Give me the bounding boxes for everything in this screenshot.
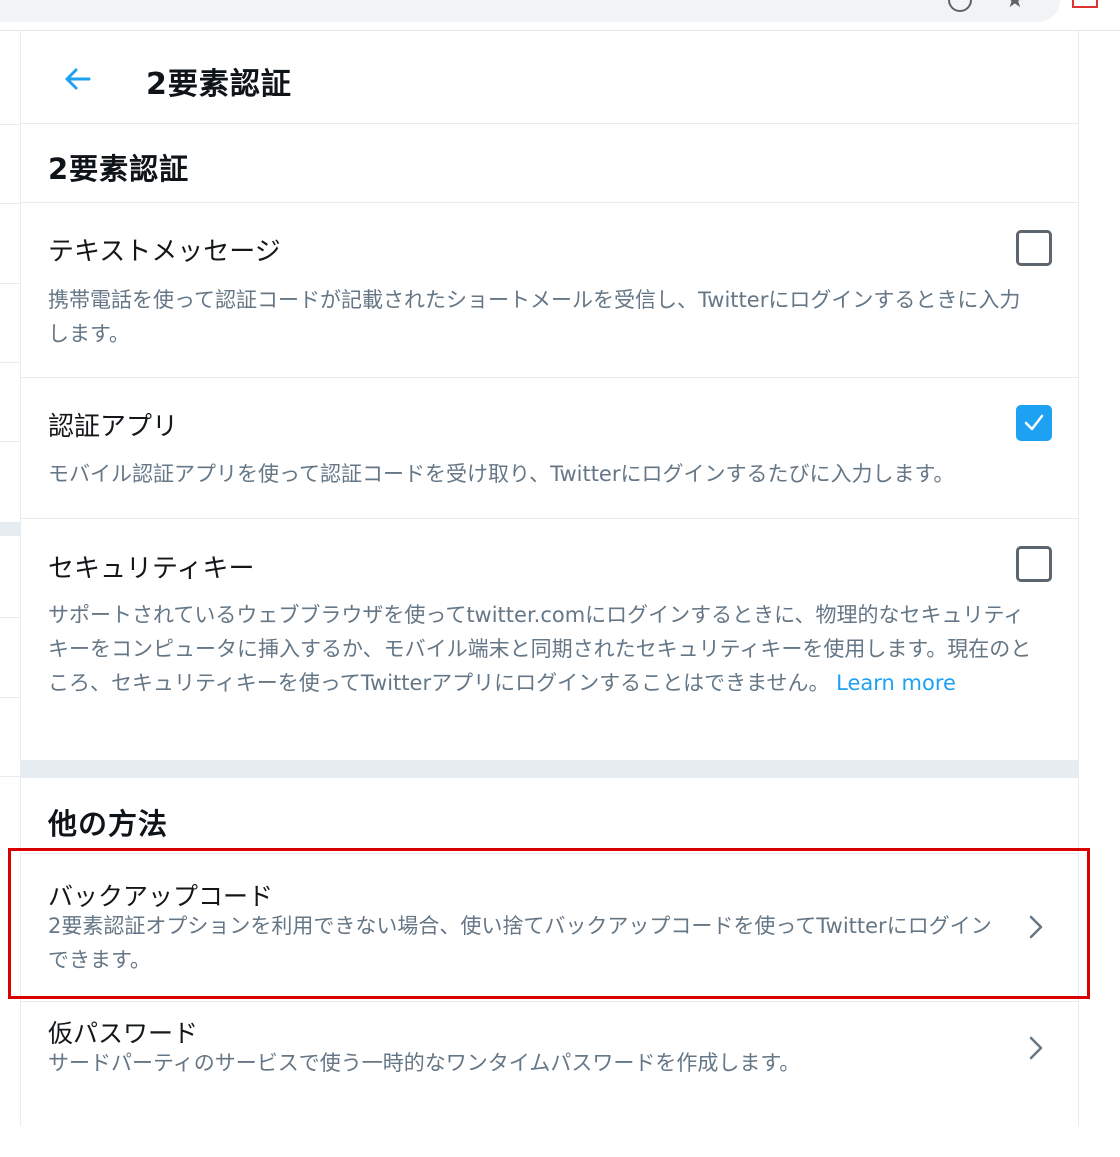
extension-icon[interactable] [1072, 0, 1098, 8]
section-separator [21, 760, 1079, 778]
temp-password-description: サードパーティのサービスで使う一時的なワンタイムパスワードを作成します。 [48, 1051, 801, 1075]
temp-password-label[interactable]: 仮パスワード [48, 1014, 198, 1050]
two-factor-section-title: 2要素認証 [48, 152, 190, 186]
sidebar-divider [0, 124, 20, 125]
sidebar-divider [0, 203, 20, 204]
page-header: 2要素認証 [21, 31, 1079, 124]
learn-more-link[interactable]: Learn more [836, 671, 956, 695]
option-text-message-description: 携帯電話を使って認証コードが記載されたショートメールを受信し、Twitterにロ… [48, 288, 1021, 346]
sidebar-gap [0, 522, 20, 536]
sidebar-divider [0, 283, 20, 284]
row-divider [21, 377, 1079, 378]
page-title: 2要素認証 [146, 67, 292, 102]
arrow-left-icon[interactable] [59, 61, 95, 97]
option-text-message-label: テキストメッセージ [48, 237, 281, 267]
auth-app-checkbox[interactable] [1016, 405, 1052, 441]
row-divider [21, 518, 1079, 519]
option-auth-app-description: モバイル認証アプリを使って認証コードを受け取り、Twitterにログインするたび… [48, 462, 955, 486]
option-auth-app-label: 認証アプリ [48, 412, 179, 442]
text-message-checkbox[interactable] [1016, 230, 1052, 266]
other-methods-section-title: 他の方法 [48, 807, 169, 841]
checkmark-icon [1024, 414, 1044, 431]
sidebar-divider [0, 362, 20, 363]
row-divider [21, 202, 1079, 203]
bookmark-star-icon[interactable]: ★ [1005, 0, 1025, 12]
chevron-right-icon[interactable] [1026, 1034, 1046, 1062]
browser-address-bar [0, 0, 1060, 22]
option-security-key-description: サポートされているウェブブラウザを使ってtwitter.comにログインするとき… [48, 598, 1038, 700]
option-security-key-label: セキュリティキー [48, 554, 255, 584]
highlight-annotation-box [8, 848, 1090, 999]
sidebar-divider [0, 617, 20, 618]
row-divider [21, 1001, 1079, 1002]
security-key-checkbox[interactable] [1016, 546, 1052, 582]
sidebar-divider [0, 776, 20, 777]
sidebar-divider [0, 441, 20, 442]
sidebar-divider [0, 697, 20, 698]
